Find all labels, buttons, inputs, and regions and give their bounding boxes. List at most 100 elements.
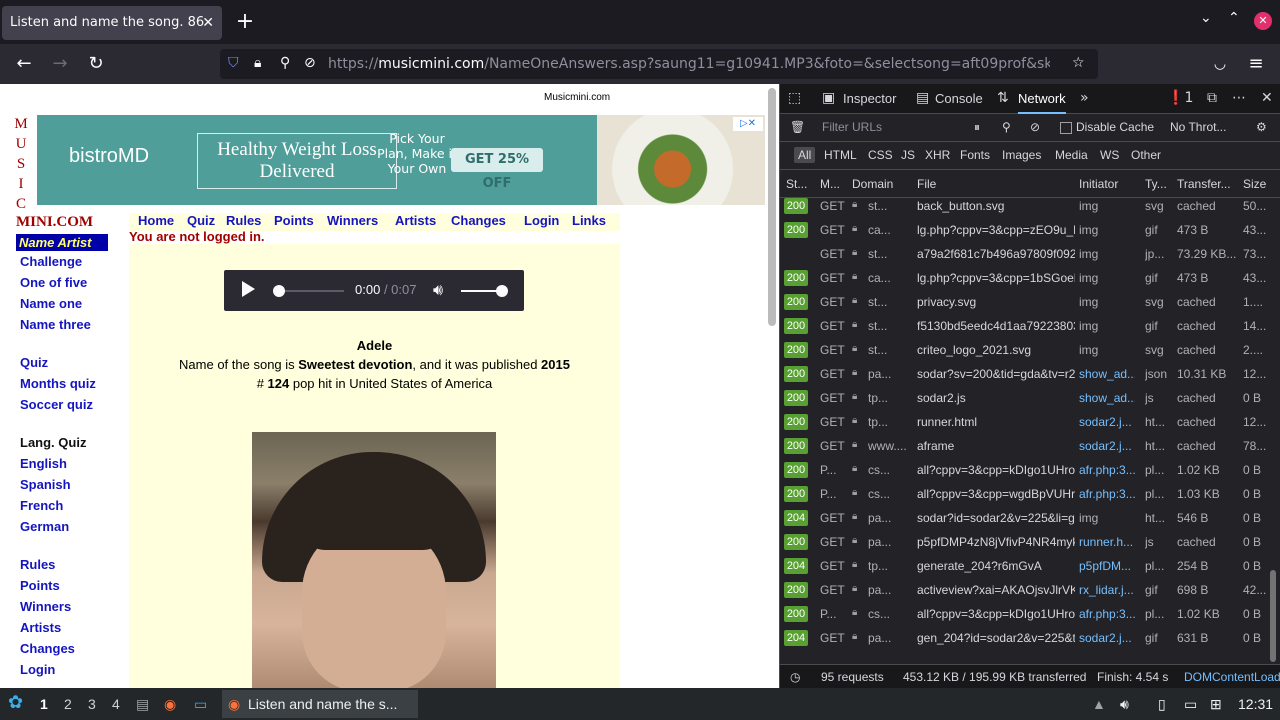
request-row[interactable]: 204 GET pa... sodar?id=sodar2&v=225&li=gd im… — [780, 506, 1270, 530]
nav-rules[interactable]: Rules — [226, 213, 261, 228]
col-status[interactable]: St... — [786, 177, 812, 191]
dock-icon[interactable]: ⧉ — [1207, 90, 1217, 106]
error-icon[interactable]: ❗1 — [1167, 90, 1193, 106]
nav-quiz-left[interactable]: Quiz — [16, 352, 108, 373]
workspace-2[interactable]: 2 — [64, 696, 72, 712]
tab-network[interactable]: Network — [1018, 84, 1066, 114]
type-other[interactable]: Other — [1131, 148, 1161, 162]
file-manager-icon[interactable]: ▤ — [136, 696, 149, 713]
disable-cache-checkbox[interactable] — [1060, 122, 1072, 134]
seek-knob[interactable] — [273, 285, 285, 297]
nav-soccer-quiz[interactable]: Soccer quiz — [16, 394, 108, 415]
col-method[interactable]: M... — [820, 177, 846, 191]
element-picker-icon[interactable]: ⬚ — [788, 90, 801, 106]
tab-console[interactable]: Console — [935, 84, 983, 114]
workspace-3[interactable]: 3 — [88, 696, 96, 712]
nav-changes-left[interactable]: Changes — [16, 638, 108, 659]
page-scrollbar[interactable] — [768, 88, 776, 326]
reload-button[interactable]: ↻ — [84, 52, 108, 76]
request-row[interactable]: 200 GET pa... sodar?sv=200&tid=gda&tv=r20 sh… — [780, 362, 1270, 386]
nav-name-artist[interactable]: Name Artist — [16, 234, 108, 251]
new-tab-button[interactable]: + — [234, 8, 256, 36]
pocket-icon[interactable]: ◡ — [1208, 52, 1232, 76]
firefox-icon[interactable]: ◉ — [164, 696, 176, 713]
nav-name-three[interactable]: Name three — [16, 314, 108, 335]
minimize-icon[interactable]: ⌃ — [1228, 10, 1240, 26]
nav-challenge[interactable]: Challenge — [16, 251, 108, 272]
request-row[interactable]: 200 GET www.... aframe sodar2.j... ht... cache… — [780, 434, 1270, 458]
request-row[interactable]: 204 GET pa... gen_204?id=sodar2&v=225&t= sod… — [780, 626, 1270, 650]
nav-german[interactable]: German — [16, 516, 108, 537]
nav-home[interactable]: Home — [138, 213, 174, 228]
nav-points[interactable]: Points — [274, 213, 314, 228]
bookmark-star-icon[interactable]: ☆ — [1072, 55, 1085, 71]
lock-icon[interactable]: 🔒︎ — [254, 55, 261, 71]
nav-rules-left[interactable]: Rules — [16, 554, 108, 575]
volume-icon[interactable]: 🔊︎ — [433, 280, 443, 300]
nav-login[interactable]: Login — [524, 213, 559, 228]
col-file[interactable]: File — [917, 177, 1067, 191]
nav-french[interactable]: French — [16, 495, 108, 516]
request-row[interactable]: 200 P... cs... all?cppv=3&cpp=kDIgo1UHroB af… — [780, 458, 1270, 482]
terminal-icon[interactable]: ▭ — [194, 696, 207, 713]
ad-cta-button[interactable]: GET 25% OFF — [451, 148, 543, 191]
taskbar-firefox-window[interactable]: ◉ Listen and name the s... — [222, 690, 418, 718]
workspace-1[interactable]: 1 — [40, 696, 48, 712]
shield-icon[interactable]: ⛉ — [228, 55, 239, 71]
request-row[interactable]: 200 GET st... f5130bd5eedc4d1aa79223803 img g… — [780, 314, 1270, 338]
col-size[interactable]: Size — [1243, 177, 1271, 191]
request-row[interactable]: 200 GET tp... runner.html sodar2.j... ht... ca… — [780, 410, 1270, 434]
url-text[interactable]: https://musicmini.com/NameOneAnswers.asp… — [328, 49, 1050, 79]
request-row[interactable]: 200 P... cs... all?cppv=3&cpp=wgdBpVUHro afr… — [780, 482, 1270, 506]
display-icon[interactable]: ▭ — [1184, 696, 1197, 713]
network-tray-icon[interactable]: ⊞ — [1210, 696, 1222, 713]
clipboard-icon[interactable]: ▯ — [1158, 696, 1166, 713]
request-row[interactable]: GET st... a79a2f681c7b496a97809f0922 img jp.… — [780, 242, 1270, 266]
nav-english[interactable]: English — [16, 453, 108, 474]
nav-months-quiz[interactable]: Months quiz — [16, 373, 108, 394]
settings-gear-icon[interactable]: ⚙ — [1256, 120, 1267, 134]
block-icon[interactable]: ⊘ — [1030, 120, 1040, 134]
nav-spanish[interactable]: Spanish — [16, 474, 108, 495]
nav-winners[interactable]: Winners — [327, 213, 378, 228]
play-icon[interactable] — [242, 281, 255, 297]
col-transferred[interactable]: Transfer... — [1177, 177, 1235, 191]
search-icon[interactable]: ⚲ — [1002, 120, 1011, 134]
type-media[interactable]: Media — [1055, 148, 1088, 162]
trash-icon[interactable]: 🗑︎ — [790, 120, 805, 134]
request-row[interactable]: 200 GET ca... lg.php?cppv=3&cpp=1bSGoeE2 img… — [780, 266, 1270, 290]
tracking-off-icon[interactable]: ⊘ — [304, 55, 316, 71]
request-row[interactable]: 200 GET st... back_button.svg img svg cached 50… — [780, 194, 1270, 218]
request-row[interactable]: 204 GET tp... generate_204?r6mGvA p5pfDM... p… — [780, 554, 1270, 578]
window-close-button[interactable]: ✕ — [1254, 12, 1272, 30]
nav-artists[interactable]: Artists — [395, 213, 436, 228]
permissions-icon[interactable]: ⚲ — [280, 55, 290, 71]
devtools-scrollbar[interactable] — [1270, 570, 1276, 662]
tab-close-icon[interactable]: ✕ — [202, 6, 214, 40]
start-menu-icon[interactable]: ✿ — [8, 692, 23, 713]
seek-track[interactable] — [278, 290, 344, 292]
nav-points-left[interactable]: Points — [16, 575, 108, 596]
devtools-close-icon[interactable]: ✕ — [1261, 90, 1273, 106]
col-initiator[interactable]: Initiator — [1079, 177, 1135, 191]
col-domain[interactable]: Domain — [852, 177, 912, 191]
more-tabs-icon[interactable]: » — [1080, 90, 1089, 106]
request-row[interactable]: 200 GET tp... sodar2.js show_ad... js cached 0 … — [780, 386, 1270, 410]
nav-changes[interactable]: Changes — [451, 213, 506, 228]
type-ws[interactable]: WS — [1100, 148, 1119, 162]
volume-tray-icon[interactable]: 🔊︎ — [1120, 696, 1129, 713]
type-js[interactable]: JS — [901, 148, 915, 162]
request-row[interactable]: 200 GET ca... lg.php?cppv=3&cpp=zEO9u_Nc img… — [780, 218, 1270, 242]
request-row[interactable]: 200 GET pa... activeview?xai=AKAOjsvJlrVKDT… — [780, 578, 1270, 602]
type-all[interactable]: All — [794, 147, 816, 163]
back-button[interactable]: ← — [12, 52, 36, 76]
request-row[interactable]: 200 GET pa... p5pfDMP4zN8jVfivP4NR4mykc runn… — [780, 530, 1270, 554]
type-images[interactable]: Images — [1002, 148, 1041, 162]
url-bar[interactable]: ⛉ 🔒︎ ⚲ ⊘ https://musicmini.com/NameOneAn… — [220, 49, 1098, 79]
request-row[interactable]: 200 P... cs... all?cppv=3&cpp=kDIgo1UHroB af… — [780, 602, 1270, 626]
type-html[interactable]: HTML — [824, 148, 857, 162]
volume-knob[interactable] — [496, 285, 508, 297]
pause-icon[interactable]: ⏸ — [974, 120, 980, 135]
nav-winners-left[interactable]: Winners — [16, 596, 108, 617]
vertical-logo[interactable]: M U S I C — [14, 114, 28, 214]
